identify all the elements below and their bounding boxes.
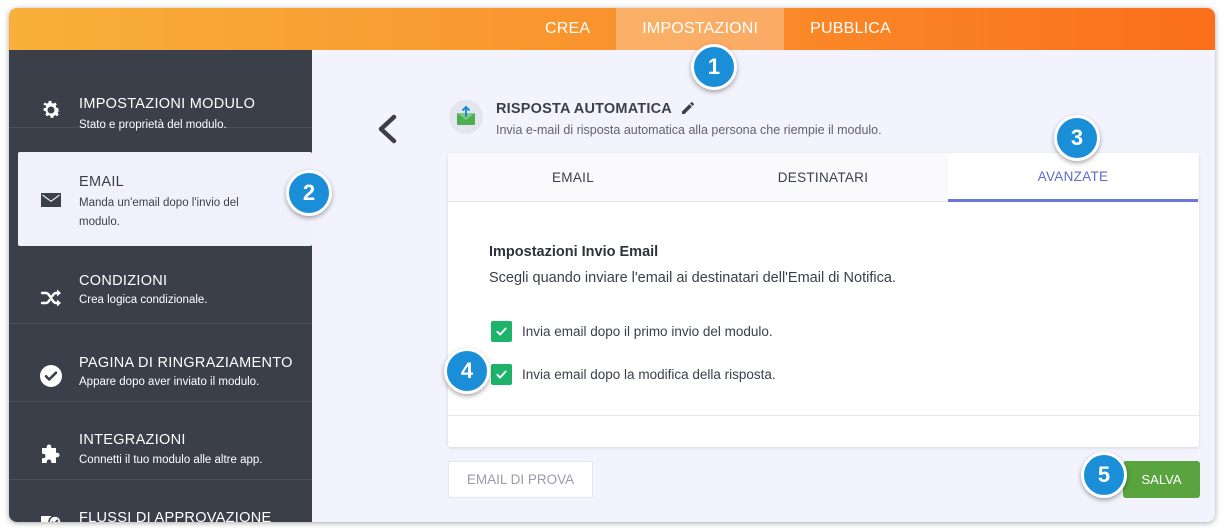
pencil-icon[interactable] bbox=[681, 101, 695, 115]
callout-marker-3: 3 bbox=[1054, 115, 1100, 161]
sidebar-item-desc: Manda un'email dopo l'invio del modulo. bbox=[79, 197, 239, 228]
sidebar: IMPOSTAZIONI MODULO Stato e proprietà de… bbox=[9, 50, 312, 522]
settings-panel: EMAIL DESTINATARI AVANZATE Impostazioni … bbox=[448, 153, 1199, 447]
sidebar-item-impostazioni-modulo[interactable]: IMPOSTAZIONI MODULO Stato e proprietà de… bbox=[9, 50, 312, 131]
sidebar-item-title: IMPOSTAZIONI MODULO bbox=[79, 96, 256, 112]
shuffle-icon bbox=[40, 289, 61, 307]
callout-marker-1: 1 bbox=[691, 44, 737, 90]
option-label: Invia email dopo la modifica della rispo… bbox=[522, 366, 776, 382]
tab-impostazioni[interactable]: IMPOSTAZIONI bbox=[616, 8, 785, 50]
callout-marker-4: 4 bbox=[444, 348, 490, 394]
gear-icon bbox=[43, 100, 61, 118]
panel-tabs: EMAIL DESTINATARI AVANZATE bbox=[448, 153, 1199, 202]
check-circle-icon bbox=[40, 365, 62, 387]
sidebar-item-flussi-approvazione[interactable]: FLUSSI DI APPROVAZIONE bbox=[9, 480, 312, 522]
top-bar: CREA IMPOSTAZIONI PUBBLICA bbox=[9, 8, 1215, 50]
checkmark-icon bbox=[496, 327, 507, 335]
tab-destinatari[interactable]: DESTINATARI bbox=[698, 153, 948, 202]
back-arrow-icon[interactable] bbox=[375, 112, 399, 146]
option-first-submission[interactable]: Invia email dopo il primo invio del modu… bbox=[491, 320, 773, 342]
envelope-icon bbox=[41, 193, 61, 207]
puzzle-icon bbox=[42, 444, 60, 463]
sidebar-item-condizioni[interactable]: CONDIZIONI Crea logica condizionale. bbox=[9, 246, 312, 324]
callout-marker-5: 5 bbox=[1081, 452, 1127, 498]
divider bbox=[448, 415, 1199, 416]
sidebar-item-integrazioni[interactable]: INTEGRAZIONI Connetti il tuo modulo alle… bbox=[9, 402, 312, 480]
sidebar-item-title: INTEGRAZIONI bbox=[79, 432, 186, 448]
sidebar-item-pagina-ringraziamento[interactable]: PAGINA DI RINGRAZIAMENTO Appare dopo ave… bbox=[9, 324, 312, 402]
callout-marker-2: 2 bbox=[286, 170, 332, 216]
sidebar-item-desc: Stato e proprietà del modulo. bbox=[79, 119, 227, 131]
sidebar-item-title: FLUSSI DI APPROVAZIONE bbox=[79, 510, 272, 522]
sidebar-item-title: PAGINA DI RINGRAZIAMENTO bbox=[79, 355, 293, 371]
option-edit-response[interactable]: Invia email dopo la modifica della rispo… bbox=[491, 363, 776, 385]
app-window: CREA IMPOSTAZIONI PUBBLICA IMPOSTAZIONI … bbox=[9, 8, 1215, 522]
sidebar-item-title: CONDIZIONI bbox=[79, 273, 168, 289]
tab-email[interactable]: EMAIL bbox=[448, 153, 698, 202]
test-email-button[interactable]: EMAIL DI PROVA bbox=[448, 461, 593, 498]
sidebar-item-desc: Appare dopo aver inviato il modulo. bbox=[79, 376, 260, 388]
sidebar-item-email[interactable]: EMAIL Manda un'email dopo l'invio del mo… bbox=[18, 152, 312, 246]
approval-flow-icon bbox=[41, 515, 62, 522]
autoresponder-icon bbox=[449, 100, 483, 134]
page-title: RISPOSTA AUTOMATICA bbox=[496, 101, 672, 117]
sidebar-item-desc: Connetti il tuo modulo alle altre app. bbox=[79, 454, 263, 466]
tab-crea[interactable]: CREA bbox=[519, 8, 616, 50]
section-description: Scegli quando inviare l'email ai destina… bbox=[489, 270, 896, 286]
section-title: Impostazioni Invio Email bbox=[489, 244, 659, 260]
sidebar-item-desc: Crea logica condizionale. bbox=[79, 294, 208, 306]
option-label: Invia email dopo il primo invio del modu… bbox=[522, 323, 773, 339]
page-description: Invia e-mail di risposta automatica alla… bbox=[496, 123, 882, 137]
tab-pubblica[interactable]: PUBBLICA bbox=[784, 8, 917, 50]
save-button[interactable]: SALVA bbox=[1123, 461, 1200, 498]
checkbox-edit-response[interactable] bbox=[491, 363, 512, 385]
checkmark-icon bbox=[496, 370, 507, 378]
sidebar-item-title: EMAIL bbox=[79, 174, 125, 190]
checkbox-first-submission[interactable] bbox=[491, 320, 512, 342]
